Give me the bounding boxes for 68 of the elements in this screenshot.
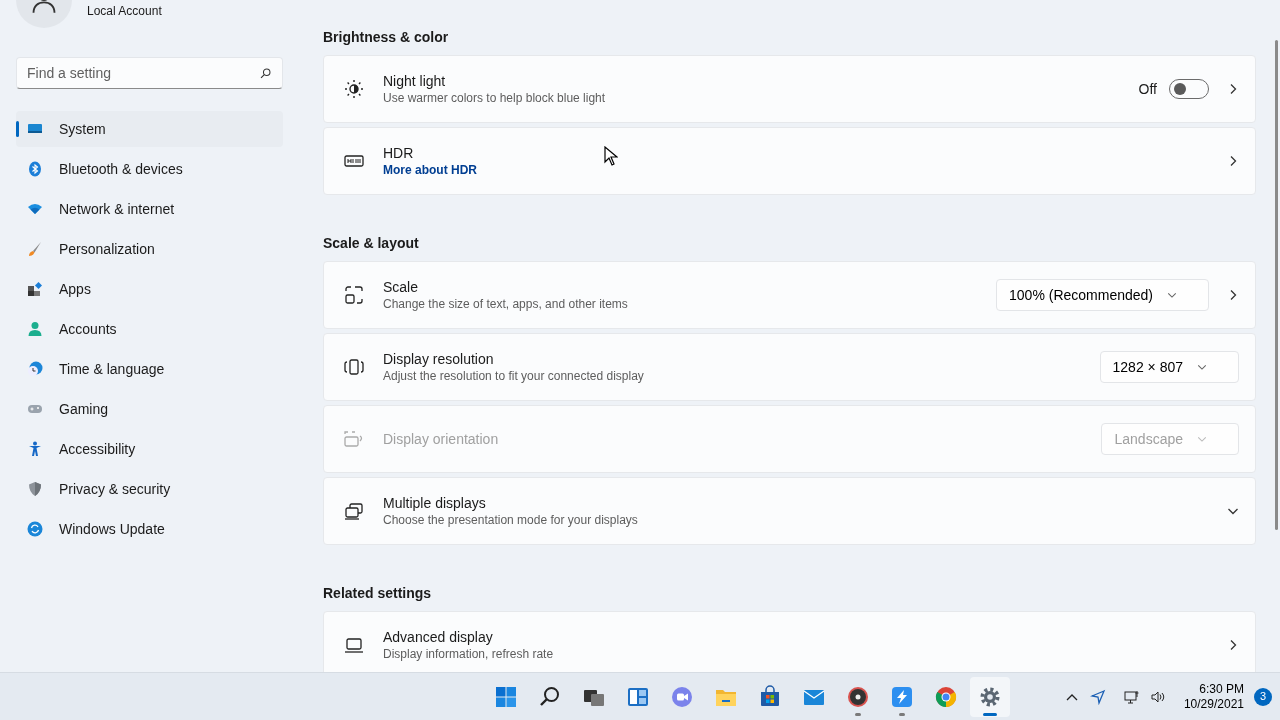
sidebar-item[interactable]: Accounts <box>16 311 283 347</box>
clock-icon <box>27 361 43 377</box>
sidebar-item[interactable]: Time & language <box>16 351 283 387</box>
update-icon <box>27 521 43 537</box>
sidebar-item[interactable]: Gaming <box>16 391 283 427</box>
dropdown[interactable]: 1282 × 807 <box>1099 351 1239 383</box>
chevron-down-icon <box>1197 434 1207 444</box>
sidebar-item[interactable]: Apps <box>16 271 283 307</box>
sidebar-item[interactable]: Personalization <box>16 231 283 267</box>
section-heading: Scale & layout <box>323 234 420 253</box>
setting-title: Night light <box>383 72 446 90</box>
shield-icon <box>27 481 43 497</box>
setting-row[interactable]: Night light Use warmer colors to help block blue light Off <box>323 55 1256 123</box>
setting-row[interactable]: Scale Change the size of text, apps, and other items 100% (Recommended) <box>323 261 1256 329</box>
dropdown[interactable]: 100% (Recommended) <box>996 279 1209 311</box>
scale-icon <box>344 285 364 305</box>
setting-title: Scale <box>383 278 419 296</box>
setting-title: Display orientation <box>383 430 499 448</box>
search-field[interactable]: Find a setting <box>16 57 283 89</box>
setting-title: Advanced display <box>383 628 493 646</box>
sidebar-item[interactable]: Bluetooth & devices <box>16 151 283 187</box>
mouse-cursor-icon <box>604 146 618 166</box>
wifi-icon <box>27 201 43 217</box>
start-icon <box>494 684 518 709</box>
network-icon[interactable] <box>1123 688 1140 705</box>
lightning-icon <box>890 684 914 709</box>
apps-icon <box>27 281 43 297</box>
setting-row[interactable]: Advanced display Display information, refresh rate <box>323 611 1256 672</box>
sidebar-item[interactable]: Accessibility <box>16 431 283 467</box>
brightness-icon <box>344 79 364 99</box>
chevron-down-icon <box>1197 362 1207 372</box>
scrollbar-thumb[interactable] <box>1275 40 1278 530</box>
setting-row[interactable]: HDR More about HDR <box>323 127 1256 195</box>
setting-title: HDR <box>383 144 414 162</box>
setting-description: Use warmer colors to help block blue light <box>383 90 606 106</box>
sidebar-item[interactable]: System <box>16 111 283 147</box>
setting-description: Choose the presentation mode for your displays <box>383 512 638 528</box>
search-icon <box>259 67 272 80</box>
resolution-icon <box>344 357 364 377</box>
link[interactable]: More about HDR <box>383 162 477 178</box>
browser-icon <box>934 684 958 709</box>
setting-title: Display resolution <box>383 350 494 368</box>
section-heading: Brightness & color <box>323 28 450 47</box>
sidebar-item[interactable]: Privacy & security <box>16 471 283 507</box>
setting-description: Adjust the resolution to fit your connected display <box>383 368 644 384</box>
laptop-icon <box>344 635 364 655</box>
sidebar-item[interactable]: Network & internet <box>16 191 283 227</box>
setting-description: Change the size of text, apps, and other items <box>383 296 628 312</box>
multiple-displays-icon <box>344 501 364 521</box>
setting-description: Display information, refresh rate <box>383 646 554 662</box>
notification-count[interactable]: 3 <box>1254 687 1272 706</box>
person-icon <box>27 321 43 337</box>
location-icon[interactable] <box>1089 688 1106 705</box>
section-heading: Related settings <box>323 584 433 603</box>
setting-row[interactable]: Display resolution Adjust the resolution to fit your connected display 1282 × 807 <box>323 333 1256 401</box>
orientation-icon <box>344 429 364 449</box>
chat-icon <box>670 684 694 709</box>
accessibility-icon <box>27 441 43 457</box>
toggle-state-label: Off <box>1138 79 1157 99</box>
disc-icon <box>846 684 870 709</box>
store-icon <box>758 684 782 709</box>
chevron-down-icon <box>1167 290 1177 300</box>
clock[interactable]: 6:30 PM 10/29/2021 <box>1183 681 1244 712</box>
sidebar-item[interactable]: Windows Update <box>16 511 283 547</box>
account-type: Local Account <box>87 3 162 20</box>
setting-row[interactable]: Multiple displays Choose the presentation mode for your displays <box>323 477 1256 545</box>
setting-title: Multiple displays <box>383 494 486 512</box>
bluetooth-icon <box>27 161 43 177</box>
